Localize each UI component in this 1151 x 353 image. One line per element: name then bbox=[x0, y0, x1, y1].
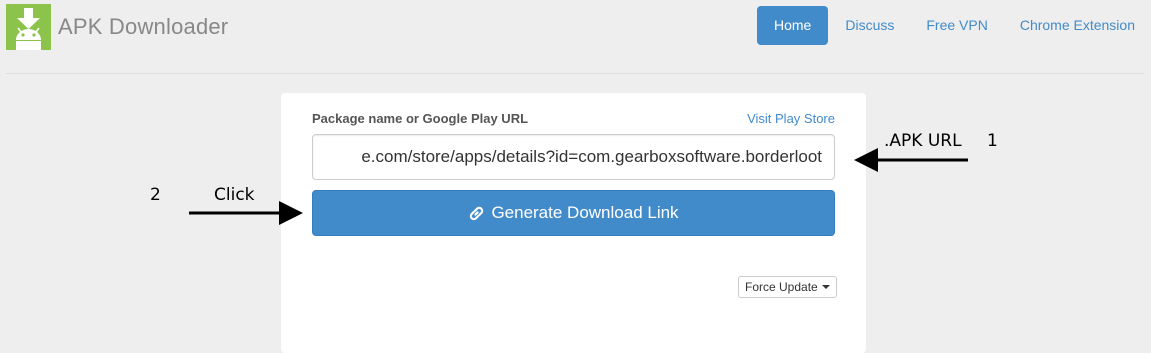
navbar: APK Downloader Home Discuss Free VPN Chr… bbox=[0, 0, 1151, 52]
nav-chrome-extension[interactable]: Chrome Extension bbox=[1004, 6, 1151, 45]
package-url-input[interactable] bbox=[312, 134, 835, 180]
step-one-annotation: 1 bbox=[987, 131, 998, 151]
visit-play-store-link[interactable]: Visit Play Store bbox=[747, 111, 835, 126]
download-panel: Package name or Google Play URL Visit Pl… bbox=[281, 93, 866, 353]
nav-home[interactable]: Home bbox=[756, 6, 829, 45]
nav-free-vpn[interactable]: Free VPN bbox=[910, 6, 1003, 45]
arrow-right-icon bbox=[189, 201, 303, 225]
nav-discuss[interactable]: Discuss bbox=[829, 6, 910, 45]
android-download-icon bbox=[6, 4, 51, 50]
force-update-dropdown[interactable]: Force Update bbox=[738, 276, 837, 298]
header-divider bbox=[6, 73, 1144, 74]
generate-button-label: Generate Download Link bbox=[491, 203, 679, 222]
arrow-left-icon bbox=[854, 148, 968, 172]
generate-download-link-button[interactable]: Generate Download Link bbox=[312, 190, 835, 236]
link-icon bbox=[470, 206, 484, 220]
caret-down-icon bbox=[821, 285, 830, 289]
step-two-annotation: 2 bbox=[150, 185, 161, 205]
brand-name: APK Downloader bbox=[58, 14, 229, 39]
force-update-label: Force Update bbox=[745, 280, 818, 294]
main-nav: Home Discuss Free VPN Chrome Extension bbox=[756, 6, 1151, 45]
brand-link[interactable]: APK Downloader bbox=[6, 4, 228, 50]
package-field-label: Package name or Google Play URL bbox=[312, 111, 529, 126]
